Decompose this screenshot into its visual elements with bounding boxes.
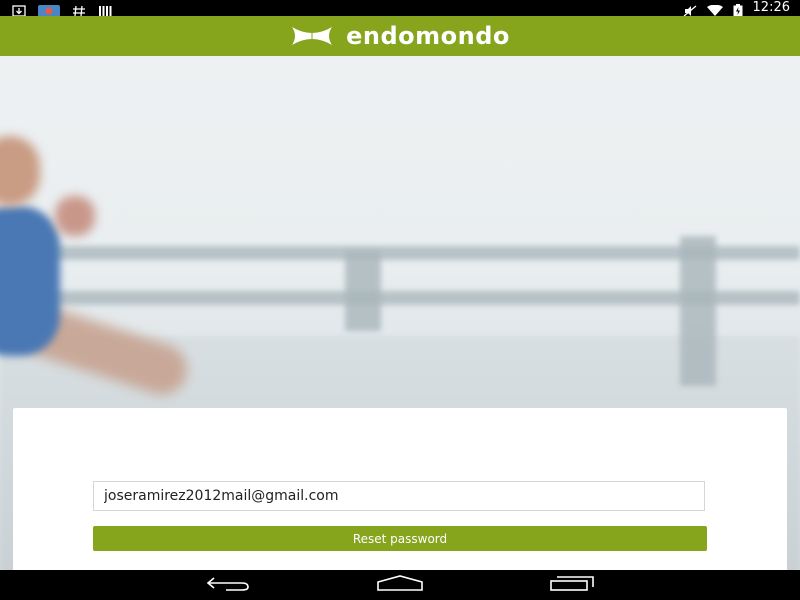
- brand-name: endomondo: [346, 22, 510, 50]
- wifi-icon: [706, 2, 723, 16]
- reset-password-button[interactable]: Reset password: [93, 526, 707, 551]
- barcode-icon: [98, 2, 112, 16]
- runner-body: [0, 206, 60, 356]
- navigation-bar: [0, 570, 800, 600]
- app-header: endomondo: [0, 16, 800, 56]
- home-icon: [375, 574, 425, 596]
- runner-head: [0, 136, 40, 206]
- hash-icon: [72, 2, 86, 17]
- recents-icon: [547, 574, 597, 596]
- download-icon: [12, 2, 26, 17]
- runner-arm: [55, 196, 95, 236]
- status-time: 12:26: [752, 0, 790, 15]
- email-input[interactable]: [93, 481, 705, 511]
- status-bar: 12:26: [0, 0, 800, 17]
- mute-icon: [683, 2, 697, 17]
- railing-post: [345, 251, 381, 331]
- photos-icon: [38, 2, 60, 17]
- under-armour-logo-icon: [290, 25, 334, 47]
- railing-post: [680, 236, 716, 386]
- brand: endomondo: [290, 22, 510, 50]
- status-bar-notifications: [12, 0, 112, 17]
- battery-icon: [733, 2, 743, 17]
- back-button[interactable]: [198, 570, 258, 600]
- status-bar-system: 12:26: [683, 0, 790, 17]
- recents-button[interactable]: [542, 570, 602, 600]
- back-icon: [204, 574, 252, 596]
- reset-password-card: Reset password: [13, 408, 787, 570]
- home-button[interactable]: [370, 570, 430, 600]
